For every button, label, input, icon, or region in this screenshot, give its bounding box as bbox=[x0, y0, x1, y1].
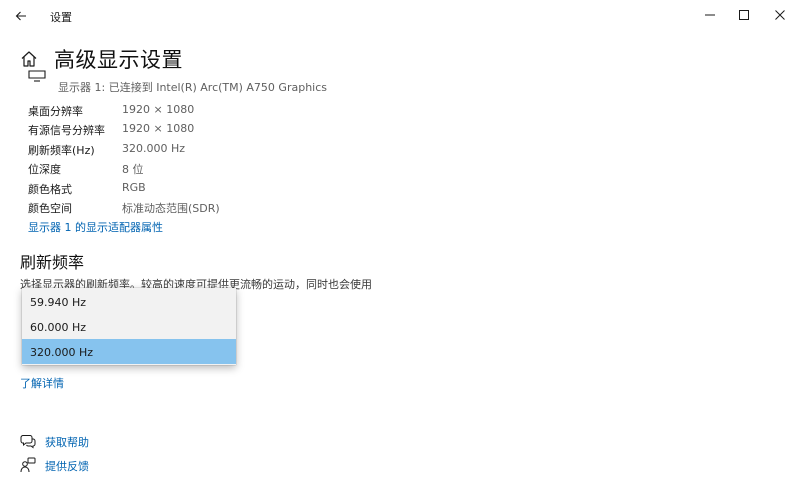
maximize-icon bbox=[739, 10, 749, 20]
refresh-option-60000[interactable]: 60.000 Hz bbox=[22, 314, 236, 339]
display-caption: 显示器 1: 已连接到 Intel(R) Arc(TM) A750 Graphi… bbox=[58, 81, 328, 94]
info-value: 1920 × 1080 bbox=[122, 122, 195, 136]
title-bar: 设置 bbox=[0, 0, 800, 32]
window-title: 设置 bbox=[50, 11, 72, 24]
get-help-label: 获取帮助 bbox=[45, 436, 89, 449]
feedback-label: 提供反馈 bbox=[45, 460, 89, 473]
refresh-option-59940[interactable]: 59.940 Hz bbox=[22, 289, 236, 314]
refresh-option-320000[interactable]: 320.000 Hz bbox=[22, 339, 236, 364]
back-button[interactable] bbox=[10, 6, 32, 26]
home-icon[interactable] bbox=[20, 50, 38, 68]
refresh-rate-heading: 刷新频率 bbox=[20, 253, 85, 272]
info-label: 有源信号分辨率 bbox=[28, 124, 105, 138]
minimize-icon bbox=[705, 14, 715, 16]
adapter-properties-link[interactable]: 显示器 1 的显示适配器属性 bbox=[28, 219, 163, 235]
refresh-option-label: 60.000 Hz bbox=[30, 321, 87, 334]
minimize-button[interactable] bbox=[694, 3, 726, 27]
info-value: 标准动态范围(SDR) bbox=[122, 201, 220, 215]
info-label: 颜色空间 bbox=[28, 201, 72, 215]
refresh-rate-dropdown[interactable]: 59.940 Hz 60.000 Hz 320.000 Hz bbox=[22, 288, 236, 365]
info-label: 刷新频率(Hz) bbox=[28, 143, 95, 157]
info-value: 1920 × 1080 bbox=[122, 103, 195, 116]
info-value: RGB bbox=[122, 180, 146, 194]
info-label: 颜色格式 bbox=[28, 182, 72, 196]
close-button[interactable] bbox=[764, 3, 796, 27]
info-label: 桌面分辨率 bbox=[28, 105, 83, 118]
chat-help-icon bbox=[20, 433, 36, 449]
info-value: 8 位 bbox=[122, 163, 144, 177]
back-arrow-icon bbox=[15, 11, 26, 21]
learn-more-link[interactable]: 了解详情 bbox=[20, 375, 64, 391]
monitor-icon bbox=[28, 70, 48, 84]
page-title: 高级显示设置 bbox=[54, 48, 183, 72]
info-label: 位深度 bbox=[28, 163, 61, 177]
info-value: 320.000 Hz bbox=[122, 141, 186, 155]
maximize-button[interactable] bbox=[728, 3, 760, 27]
refresh-option-label: 59.940 Hz bbox=[30, 296, 87, 309]
feedback-person-icon bbox=[20, 457, 36, 473]
close-icon bbox=[775, 10, 785, 20]
refresh-option-label: 320.000 Hz bbox=[30, 346, 94, 359]
